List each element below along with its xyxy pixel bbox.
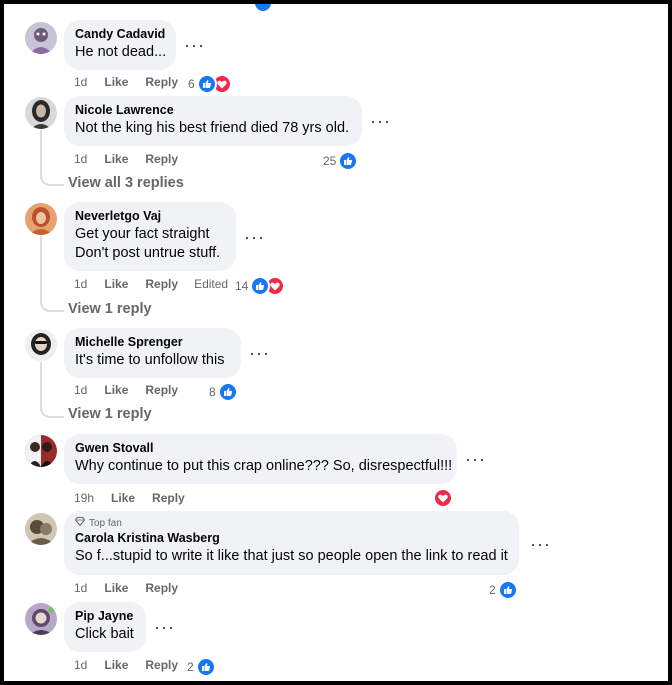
like-icon bbox=[497, 580, 518, 600]
like-icon bbox=[338, 151, 359, 171]
reaction-summary[interactable]: 2 bbox=[489, 580, 518, 600]
more-options-icon[interactable]: ··· bbox=[465, 450, 486, 468]
comment-text: Get your fact straight bbox=[75, 226, 210, 242]
like-button[interactable]: Like bbox=[111, 491, 135, 505]
reply-button[interactable]: Reply bbox=[145, 75, 178, 89]
like-button[interactable]: Like bbox=[104, 75, 128, 89]
comment-author[interactable]: Gwen Stovall bbox=[75, 440, 446, 457]
reply-button[interactable]: Reply bbox=[145, 658, 178, 672]
reply-button[interactable]: Reply bbox=[145, 152, 178, 166]
avatar[interactable] bbox=[25, 435, 57, 467]
comment-bubble: Top fan Carola Kristina Wasberg So f...s… bbox=[64, 511, 519, 575]
like-icon bbox=[217, 382, 238, 402]
reaction-count: 25 bbox=[323, 154, 337, 168]
avatar[interactable] bbox=[25, 329, 57, 361]
reaction-summary[interactable]: 14 bbox=[235, 276, 286, 296]
top-fan-label: Top fan bbox=[89, 517, 122, 529]
reaction-summary[interactable]: 25 bbox=[323, 151, 359, 171]
comment-author[interactable]: Pip Jayne bbox=[75, 608, 135, 625]
comment-text: He not dead... bbox=[75, 44, 167, 60]
view-replies-link[interactable]: View 1 reply bbox=[68, 406, 152, 422]
diamond-icon bbox=[74, 517, 86, 530]
comment-timestamp[interactable]: 1d bbox=[74, 383, 87, 397]
comment-actions: 1d Like Reply bbox=[74, 383, 195, 397]
reaction-count: 14 bbox=[235, 279, 249, 293]
like-button[interactable]: Like bbox=[104, 581, 128, 595]
reply-button[interactable]: Reply bbox=[145, 277, 178, 291]
more-options-icon[interactable]: ··· bbox=[249, 344, 270, 362]
comment-actions: 1d Like Reply Edited bbox=[74, 277, 228, 291]
reaction-count: 2 bbox=[489, 583, 496, 597]
comment-author[interactable]: Nicole Lawrence bbox=[75, 102, 351, 119]
comment-actions: 1d Like Reply bbox=[74, 581, 195, 595]
comment-bubble: Neverletgo Vaj Get your fact straight Do… bbox=[64, 202, 236, 271]
reaction-count: 6 bbox=[188, 77, 195, 91]
comment-timestamp[interactable]: 1d bbox=[74, 277, 87, 291]
reaction-count: 2 bbox=[187, 660, 194, 674]
like-button[interactable]: Like bbox=[104, 383, 128, 397]
view-replies-link[interactable]: View all 3 replies bbox=[68, 175, 184, 191]
top-fan-badge: Top fan bbox=[74, 517, 508, 530]
comment-actions: 1d Like Reply bbox=[74, 658, 195, 672]
comment-text: So f...stupid to write it like that just… bbox=[75, 548, 508, 564]
comment-bubble: Pip Jayne Click bait bbox=[64, 602, 146, 652]
reply-button[interactable]: Reply bbox=[145, 581, 178, 595]
reaction-summary[interactable]: 2 bbox=[187, 657, 216, 677]
view-replies-link[interactable]: View 1 reply bbox=[68, 301, 152, 317]
more-options-icon[interactable]: ··· bbox=[154, 618, 175, 636]
comment-bubble: Michelle Sprenger It's time to unfollow … bbox=[64, 328, 241, 378]
avatar[interactable] bbox=[25, 97, 57, 129]
thread-line bbox=[40, 362, 64, 418]
comment-text: Not the king his best friend died 78 yrs… bbox=[75, 120, 350, 136]
comment-actions: 1d Like Reply bbox=[74, 152, 195, 166]
reply-button[interactable]: Reply bbox=[152, 491, 185, 505]
reply-button[interactable]: Reply bbox=[145, 383, 178, 397]
like-button[interactable]: Like bbox=[104, 277, 128, 291]
reaction-summary[interactable]: 6 bbox=[188, 74, 232, 94]
avatar[interactable] bbox=[25, 513, 57, 545]
more-options-icon[interactable]: ··· bbox=[370, 112, 391, 130]
like-button[interactable]: Like bbox=[104, 658, 128, 672]
reaction-icon-peek bbox=[255, 4, 271, 11]
comment-author[interactable]: Neverletgo Vaj bbox=[75, 208, 225, 225]
love-icon bbox=[433, 488, 453, 508]
like-button[interactable]: Like bbox=[104, 152, 128, 166]
reaction-summary[interactable] bbox=[433, 488, 453, 508]
comment-timestamp[interactable]: 1d bbox=[74, 152, 87, 166]
comment-bubble: Candy Cadavid He not dead... bbox=[64, 20, 176, 70]
comments-panel: Candy Cadavid He not dead... ··· 1d Like… bbox=[0, 0, 672, 685]
comment-actions: 1d Like Reply bbox=[74, 75, 195, 89]
thread-line bbox=[40, 130, 64, 186]
like-icon bbox=[195, 657, 216, 677]
edited-label: Edited bbox=[194, 277, 229, 291]
thread-line bbox=[40, 236, 64, 312]
reaction-summary[interactable]: 8 bbox=[209, 382, 238, 402]
comment-author[interactable]: Michelle Sprenger bbox=[75, 334, 230, 351]
like-icon bbox=[196, 74, 217, 94]
comment-text: Don't post untrue stuff. bbox=[75, 245, 221, 261]
more-options-icon[interactable]: ··· bbox=[530, 535, 551, 553]
comment-timestamp[interactable]: 1d bbox=[74, 658, 87, 672]
more-options-icon[interactable]: ··· bbox=[244, 228, 265, 246]
comment-timestamp[interactable]: 1d bbox=[74, 75, 87, 89]
comment-author[interactable]: Candy Cadavid bbox=[75, 26, 165, 43]
reaction-count: 8 bbox=[209, 385, 216, 399]
comment-bubble: Gwen Stovall Why continue to put this cr… bbox=[64, 434, 457, 484]
comment-text: Why continue to put this crap online??? … bbox=[75, 458, 453, 474]
avatar[interactable] bbox=[25, 603, 57, 635]
more-options-icon[interactable]: ··· bbox=[184, 36, 205, 54]
comment-author[interactable]: Carola Kristina Wasberg bbox=[75, 530, 508, 547]
avatar[interactable] bbox=[25, 22, 57, 54]
comment-timestamp[interactable]: 19h bbox=[74, 491, 94, 505]
comment-text: It's time to unfollow this bbox=[75, 352, 225, 368]
comment-text: Click bait bbox=[75, 626, 134, 642]
comment-actions: 19h Like Reply bbox=[74, 491, 202, 505]
avatar[interactable] bbox=[25, 203, 57, 235]
comment-bubble: Nicole Lawrence Not the king his best fr… bbox=[64, 96, 362, 146]
comment-timestamp[interactable]: 1d bbox=[74, 581, 87, 595]
